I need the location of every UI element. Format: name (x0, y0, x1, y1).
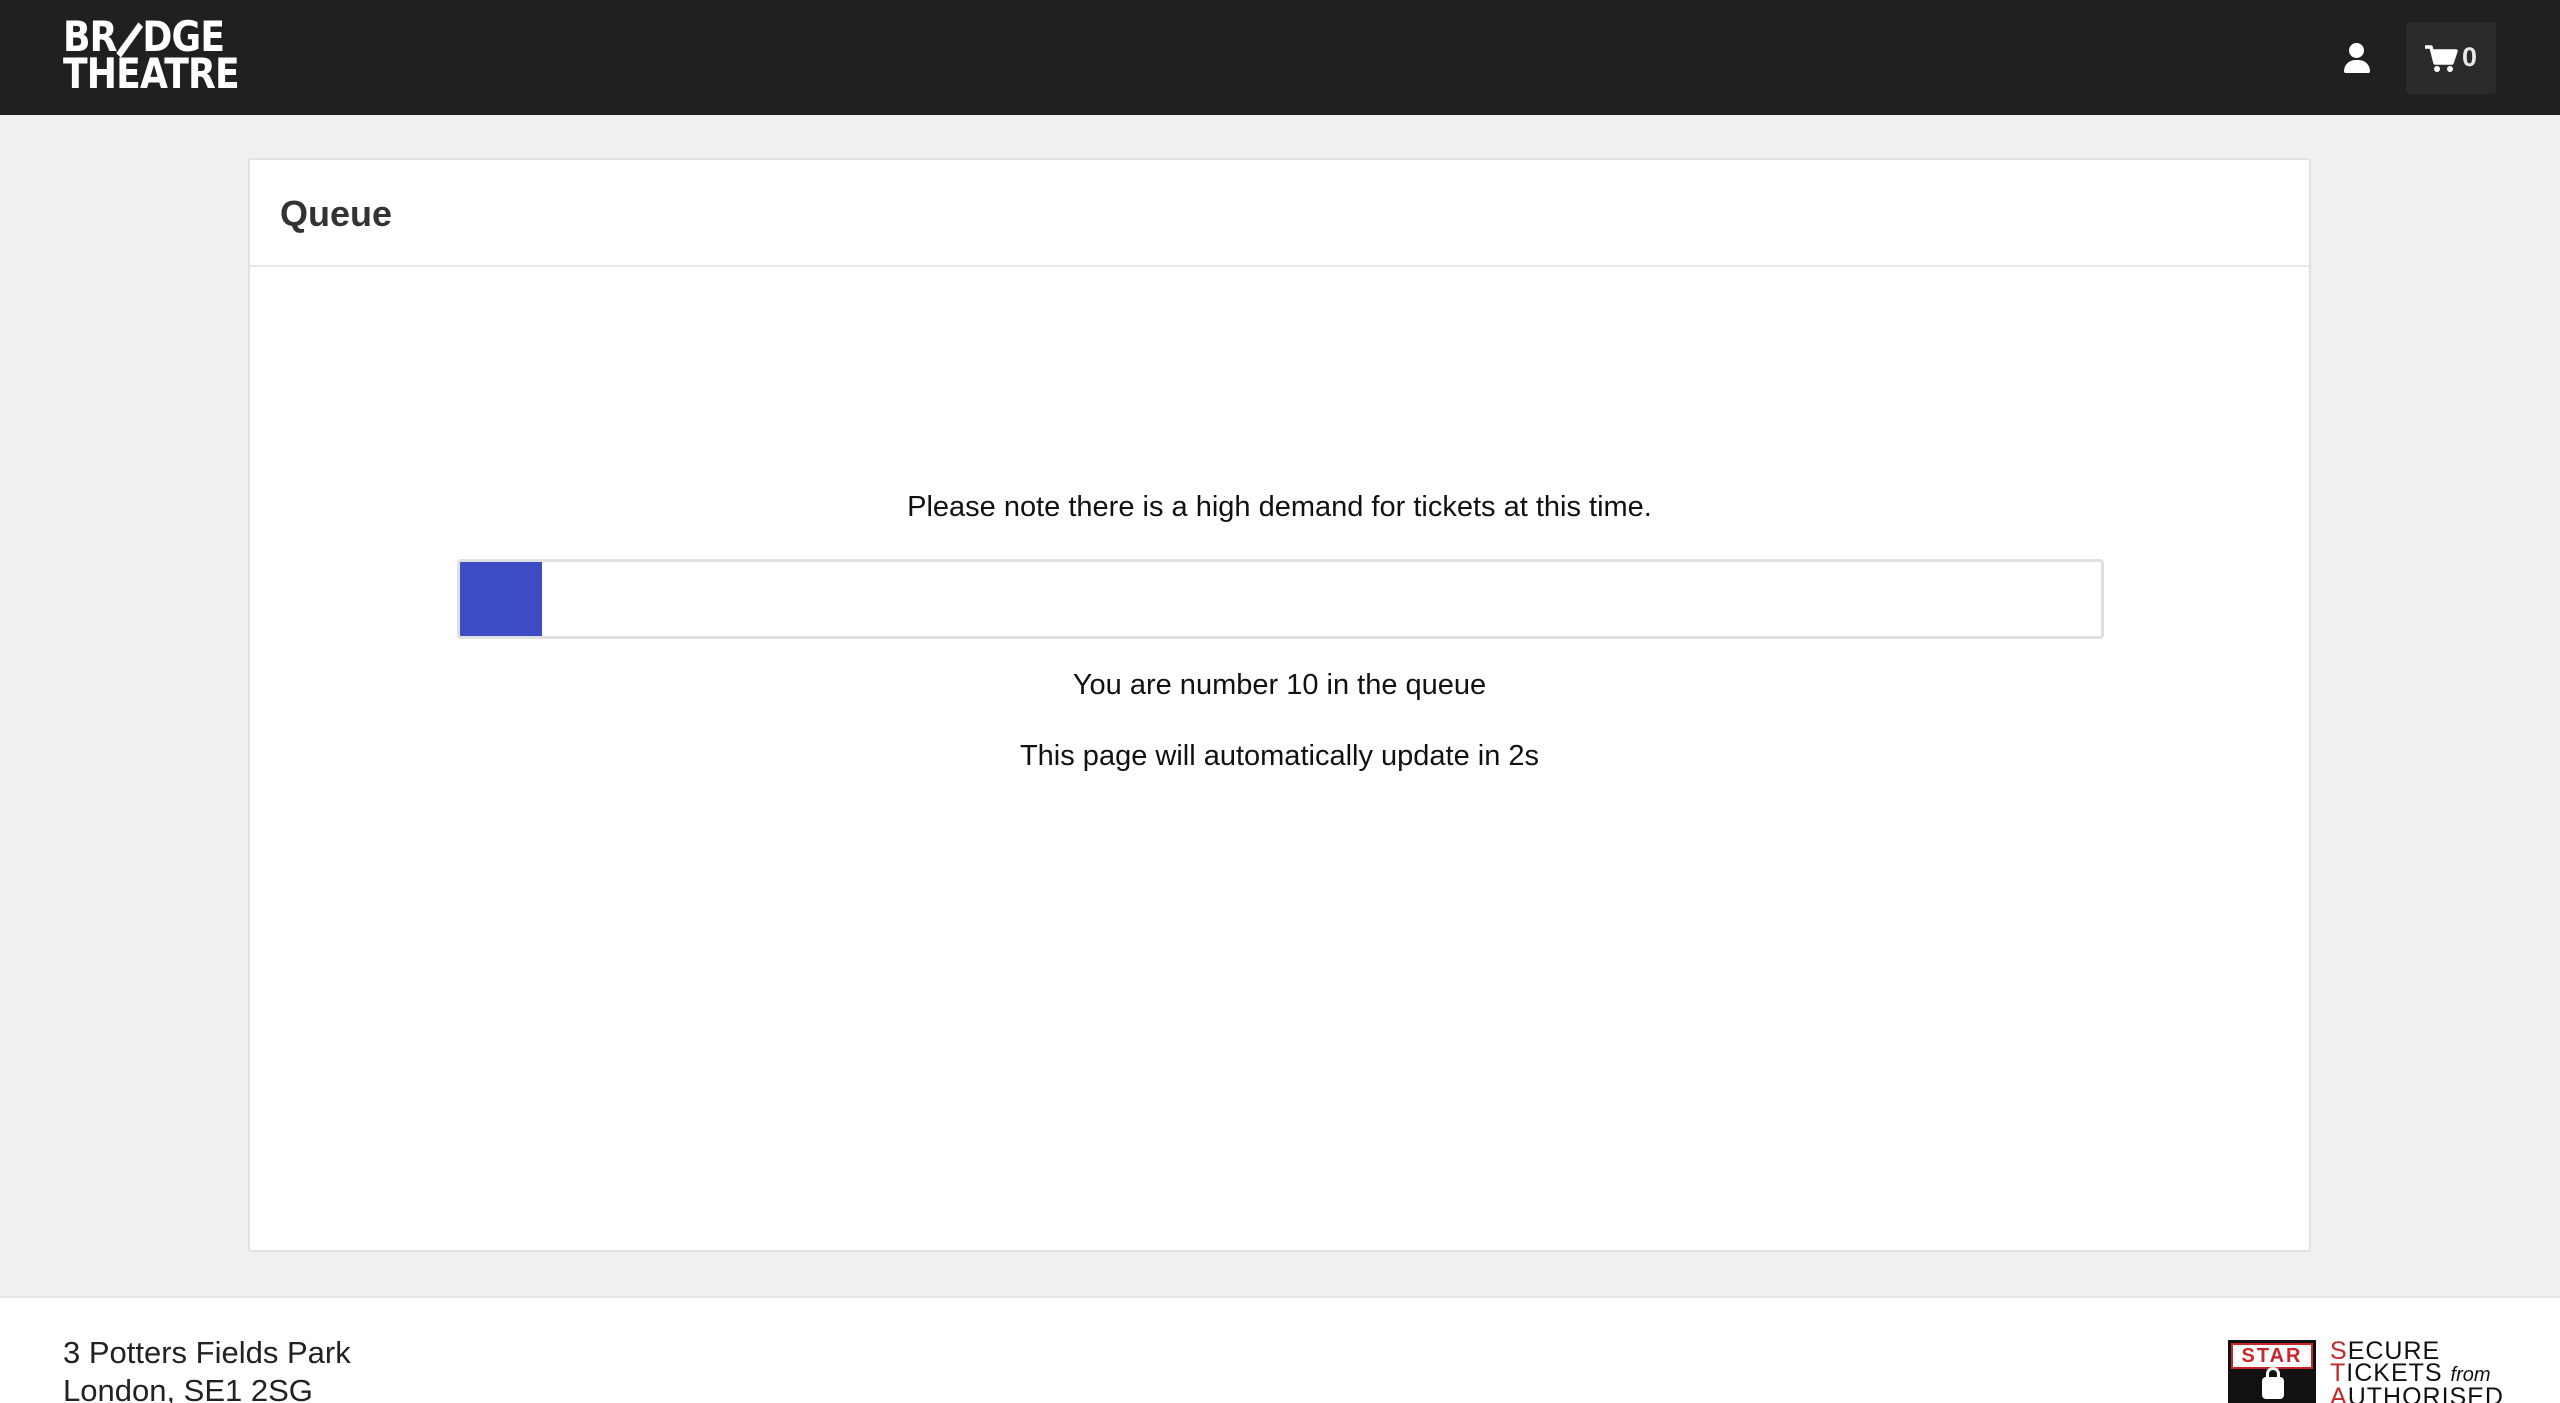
shopping-cart-icon (2425, 45, 2458, 72)
address-line-2: London, SE1 2SG (63, 1373, 313, 1403)
queue-progress-bar (457, 559, 2104, 639)
queue-panel-body: Please note there is a high demand for t… (250, 267, 2309, 1252)
cart-button[interactable]: 0 (2406, 22, 2496, 94)
logo-text-line-2: THEATRE (63, 49, 240, 98)
star-line-3: AUTHORISED (2330, 1383, 2504, 1403)
bridge-theatre-logo[interactable]: BR DGE THEATRE (63, 16, 240, 98)
queue-panel: Queue Please note there is a high demand… (248, 158, 2311, 1252)
top-navigation-bar: BR DGE THEATRE 0 (0, 0, 2560, 115)
queue-panel-header: Queue (250, 160, 2309, 267)
cart-count: 0 (2462, 42, 2478, 72)
auto-update-countdown: This page will automatically update in 2… (1019, 740, 1540, 772)
address-line-1: 3 Potters Fields Park (63, 1335, 351, 1370)
site-footer: 3 Potters Fields Park London, SE1 2SG ST… (0, 1296, 2560, 1403)
queue-progress-fill (460, 562, 543, 636)
queue-position-text: You are number 10 in the queue (1072, 669, 1487, 701)
account-button[interactable] (2336, 34, 2378, 80)
star-logo-icon: STAR (2228, 1340, 2316, 1403)
page-title: Queue (280, 193, 393, 234)
lock-icon (2262, 1367, 2284, 1399)
high-demand-notice: Please note there is a high demand for t… (907, 491, 1652, 523)
star-badge-label: STAR (2231, 1343, 2313, 1369)
logo-slash-mark (117, 18, 143, 55)
venue-address: 3 Potters Fields Park London, SE1 2SG (63, 1334, 351, 1403)
star-badge-text: SECURE TICKETS from AUTHORISED (2330, 1339, 2504, 1403)
